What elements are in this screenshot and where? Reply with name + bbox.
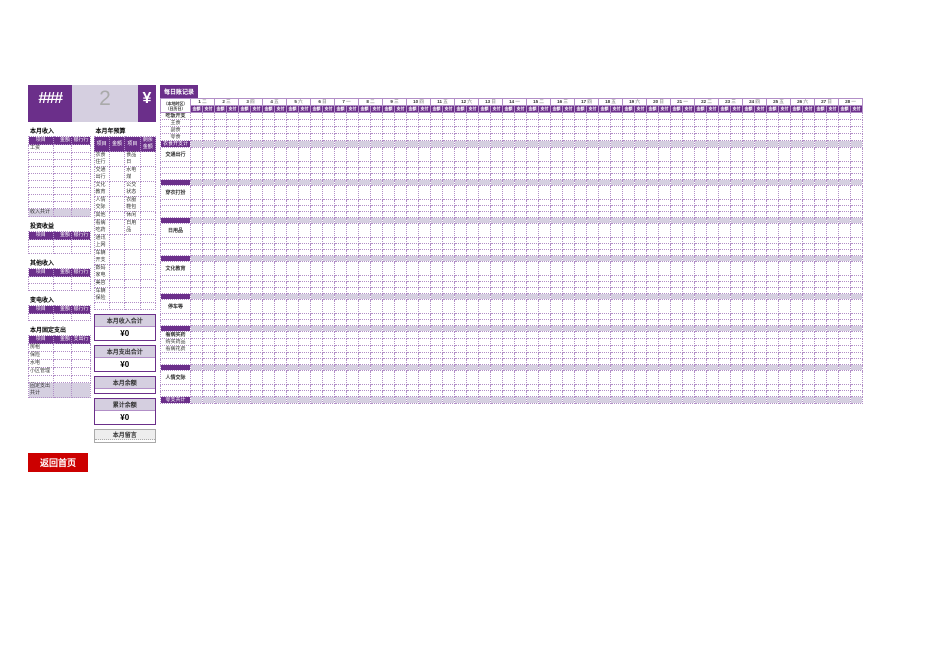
income-table[interactable]: 项目金额银行行 工资收入共计 <box>28 136 91 217</box>
day-header-14: 14 一 <box>503 99 527 106</box>
day-header-12: 12 六 <box>455 99 479 106</box>
budget-table[interactable]: 项目金额项目剩余金额 衣食住行食品日交通出行水电煤文化教育公交状态人情交际衣服鞋… <box>94 136 157 310</box>
day-header-20: 20 日 <box>647 99 671 106</box>
income-block: 本月收入 项目金额银行行 工资收入共计 <box>28 125 91 217</box>
invest-table[interactable]: 项目金额银行行 <box>28 231 91 254</box>
day-header-25: 25 五 <box>767 99 791 106</box>
other-income-table[interactable]: 项目金额银行行 <box>28 268 91 291</box>
day-header-6: 6 日 <box>311 99 335 106</box>
income-title: 本月收入 <box>28 125 91 136</box>
day-header-17: 17 四 <box>575 99 599 106</box>
memo-box[interactable]: 本月留言 <box>94 429 157 443</box>
day-header-15: 15 二 <box>527 99 551 106</box>
daily-panel: 每日账记录 （本地时区）（日历日）1 二2 三3 四4 五5 六6 日7 一8 … <box>160 85 945 472</box>
daily-title: 每日账记录 <box>160 85 198 98</box>
day-header-26: 26 六 <box>791 99 815 106</box>
month-balance-box: 本月余额 <box>94 376 157 394</box>
day-header-4: 4 五 <box>263 99 287 106</box>
return-home-button[interactable]: 返回首页 <box>28 453 88 472</box>
day-header-13: 13 日 <box>479 99 503 106</box>
day-header-8: 8 二 <box>359 99 383 106</box>
day-header-23: 23 三 <box>719 99 743 106</box>
day-header-21: 21 一 <box>671 99 695 106</box>
day-header-22: 22 二 <box>695 99 719 106</box>
expense-total-box: 本月支出合计 ¥0 <box>94 345 157 372</box>
day-header-5: 5 六 <box>287 99 311 106</box>
year-cell: ### <box>28 85 72 113</box>
day-header-27: 27 日 <box>815 99 839 106</box>
day-header-10: 10 四 <box>407 99 431 106</box>
variable-income-table[interactable]: 项目金额银行行 <box>28 305 91 321</box>
daily-table[interactable]: （本地时区）（日历日）1 二2 三3 四4 五5 六6 日7 一8 二9 三10… <box>160 98 863 404</box>
day-header-19: 19 六 <box>623 99 647 106</box>
variable-income-block: 变电收入 项目金额银行行 <box>28 294 91 321</box>
day-header-9: 9 三 <box>383 99 407 106</box>
day-header-7: 7 一 <box>335 99 359 106</box>
day-header-1: 1 二 <box>191 99 215 106</box>
invest-block: 投资收益 项目金额银行行 <box>28 220 91 254</box>
fixed-expense-block: 本月固定支出 项目金额支出行 房租保险水电小区管理固定支出共计 <box>28 324 91 398</box>
day-header-2: 2 三 <box>215 99 239 106</box>
day-header-28: 28 一 <box>839 99 863 106</box>
month-header: ### 2 ¥ <box>28 85 156 113</box>
month-cell: 2 <box>94 85 116 113</box>
income-total-box: 本月收入合计 ¥0 <box>94 314 157 341</box>
cumulative-box: 累计余额 ¥0 <box>94 398 157 425</box>
budget-block: 本月年预算 项目金额项目剩余金额 衣食住行食品日交通出行水电煤文化教育公交状态人… <box>94 125 157 310</box>
currency-icon: ¥ <box>138 85 156 113</box>
day-header-16: 16 三 <box>551 99 575 106</box>
fixed-expense-table[interactable]: 项目金额支出行 房租保险水电小区管理固定支出共计 <box>28 335 91 398</box>
day-header-11: 11 五 <box>431 99 455 106</box>
day-header-24: 24 四 <box>743 99 767 106</box>
left-panel: ### 2 ¥ 本月收入 项目金额银行行 工资收入共计 投资收益 项 <box>28 85 156 472</box>
day-header-3: 3 四 <box>239 99 263 106</box>
other-income-block: 其他收入 项目金额银行行 <box>28 257 91 291</box>
day-header-18: 18 五 <box>599 99 623 106</box>
